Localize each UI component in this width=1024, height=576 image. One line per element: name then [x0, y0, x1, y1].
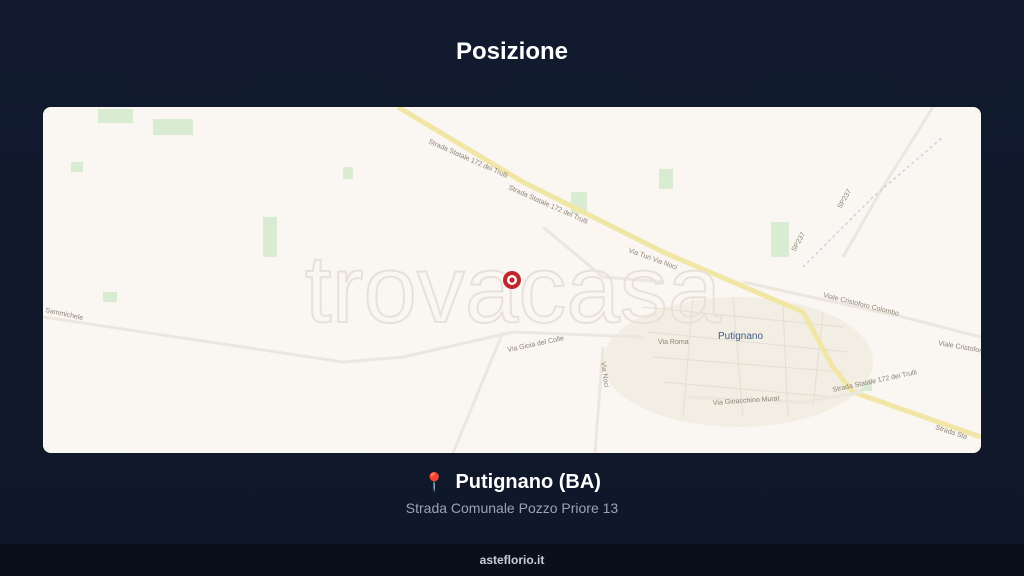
- map-view[interactable]: trovacasa Strada Statale 172 dei Trulli …: [43, 107, 981, 453]
- location-address: Strada Comunale Pozzo Priore 13: [405, 500, 619, 516]
- footer-brand[interactable]: asteflorio.it: [480, 553, 545, 567]
- location-title: 📍 Putignano (BA): [0, 471, 1024, 494]
- page-title: Posizione: [455, 38, 569, 65]
- road-label: Via Roma: [658, 339, 689, 346]
- location-marker-icon[interactable]: [503, 271, 521, 289]
- town-label: Putignano: [718, 331, 763, 342]
- watermark-text: trovacasa: [305, 236, 722, 343]
- location-city: Putignano (BA): [455, 471, 601, 493]
- map-pin-icon: 📍: [423, 472, 446, 492]
- footer: asteflorio.it: [0, 544, 1024, 576]
